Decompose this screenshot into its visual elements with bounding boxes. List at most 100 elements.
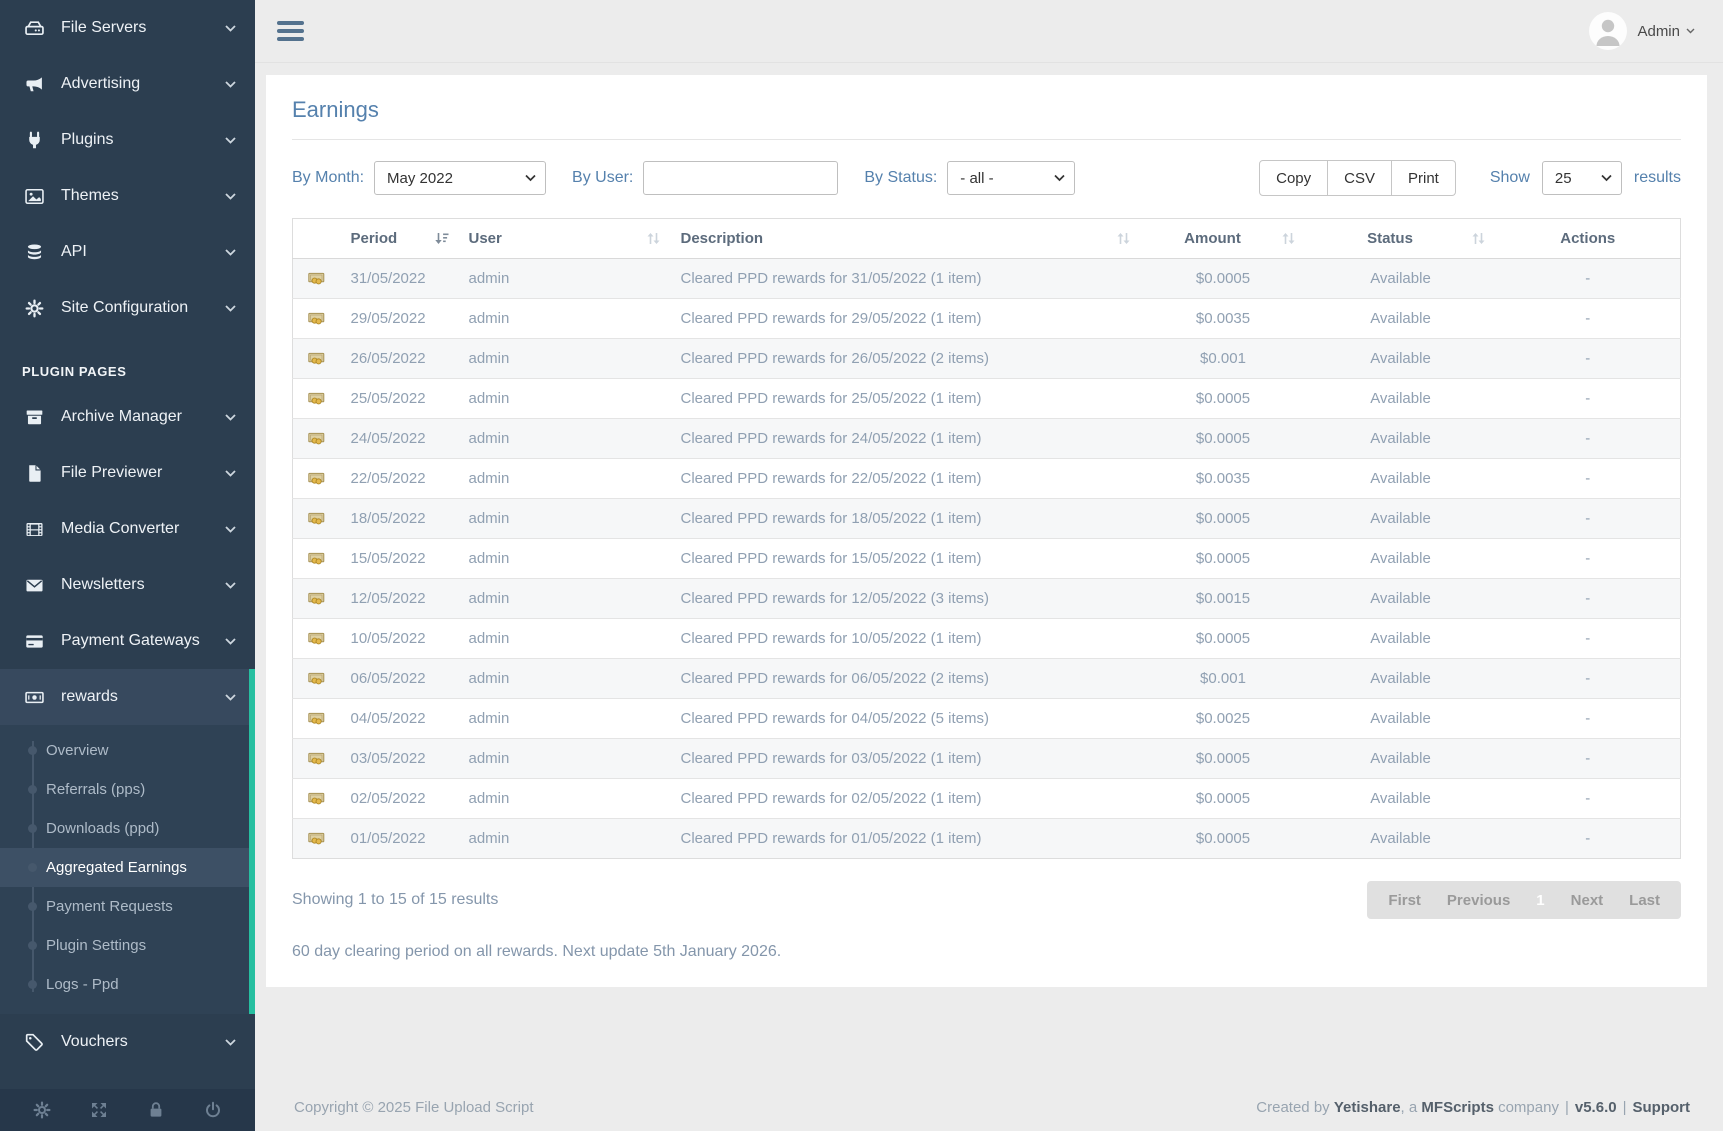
table-row[interactable]: 29/05/2022 admin Cleared PPD rewards for…: [293, 299, 1681, 339]
submenu-item-logs-ppd[interactable]: Logs - Ppd: [0, 965, 255, 1004]
by-user-input[interactable]: [643, 161, 838, 195]
cell-amount: $0.0005: [1141, 379, 1306, 419]
money-reward-icon: [308, 670, 325, 687]
table-row[interactable]: 10/05/2022 admin Cleared PPD rewards for…: [293, 619, 1681, 659]
cell-actions: -: [1496, 499, 1681, 539]
table-row[interactable]: 02/05/2022 admin Cleared PPD rewards for…: [293, 779, 1681, 819]
submenu-item-downloads-ppd[interactable]: Downloads (ppd): [0, 809, 255, 848]
user-menu[interactable]: Admin: [1637, 23, 1695, 40]
settings-gear-icon[interactable]: [33, 1101, 51, 1119]
submenu-item-payment-requests[interactable]: Payment Requests: [0, 887, 255, 926]
sidebar-item-themes[interactable]: Themes: [0, 168, 255, 224]
support-link[interactable]: Support: [1633, 1099, 1691, 1116]
table-row[interactable]: 26/05/2022 admin Cleared PPD rewards for…: [293, 339, 1681, 379]
cell-actions: -: [1496, 299, 1681, 339]
column-header-description[interactable]: Description: [671, 219, 1141, 259]
pagination-last[interactable]: Last: [1616, 892, 1673, 909]
version-text: v5.6.0: [1575, 1099, 1617, 1116]
sidebar-item-archive-manager[interactable]: Archive Manager: [0, 389, 255, 445]
csv-button[interactable]: CSV: [1328, 160, 1392, 196]
table-row[interactable]: 04/05/2022 admin Cleared PPD rewards for…: [293, 699, 1681, 739]
by-month-select[interactable]: May 2022: [374, 161, 546, 195]
table-row[interactable]: 22/05/2022 admin Cleared PPD rewards for…: [293, 459, 1681, 499]
show-entries-select[interactable]: 25: [1542, 161, 1622, 195]
column-header-period[interactable]: Period: [341, 219, 459, 259]
cell-status: Available: [1306, 619, 1496, 659]
table-row[interactable]: 06/05/2022 admin Cleared PPD rewards for…: [293, 659, 1681, 699]
fullscreen-expand-icon[interactable]: [90, 1101, 108, 1119]
avatar[interactable]: [1589, 12, 1627, 50]
cell-actions: -: [1496, 619, 1681, 659]
money-reward-icon: [308, 310, 325, 327]
cell-amount: $0.0005: [1141, 499, 1306, 539]
money-reward-icon: [308, 790, 325, 807]
sidebar-item-file-previewer[interactable]: File Previewer: [0, 445, 255, 501]
by-status-select[interactable]: - all -: [947, 161, 1075, 195]
sidebar-item-api[interactable]: API: [0, 224, 255, 280]
earnings-table: Period User Description Amount Status Ac…: [292, 218, 1681, 859]
submenu-item-aggregated-earnings[interactable]: Aggregated Earnings: [0, 848, 255, 887]
print-button[interactable]: Print: [1392, 160, 1456, 196]
sidebar-item-file-servers[interactable]: File Servers: [0, 0, 255, 56]
sidebar-item-vouchers[interactable]: Vouchers: [0, 1014, 255, 1070]
sidebar-item-advertising[interactable]: Advertising: [0, 56, 255, 112]
yetishare-link[interactable]: Yetishare: [1334, 1099, 1401, 1116]
column-header-status[interactable]: Status: [1306, 219, 1496, 259]
sidebar-item-payment-gateways[interactable]: Payment Gateways: [0, 613, 255, 669]
submenu-item-overview[interactable]: Overview: [0, 731, 255, 770]
cell-user: admin: [459, 539, 671, 579]
chevron-down-icon: [225, 414, 237, 421]
table-row[interactable]: 01/05/2022 admin Cleared PPD rewards for…: [293, 819, 1681, 859]
cell-user: admin: [459, 819, 671, 859]
cell-status: Available: [1306, 779, 1496, 819]
cell-description: Cleared PPD rewards for 31/05/2022 (1 it…: [671, 259, 1141, 299]
power-icon[interactable]: [204, 1101, 222, 1119]
cell-amount: $0.0035: [1141, 459, 1306, 499]
column-header-user[interactable]: User: [459, 219, 671, 259]
export-button-group: Copy CSV Print: [1259, 160, 1456, 196]
cell-status: Available: [1306, 699, 1496, 739]
menu-toggle-button[interactable]: [273, 17, 308, 45]
gear-icon: [22, 299, 46, 318]
sidebar-item-label: File Previewer: [61, 464, 225, 482]
topbar: Admin: [255, 0, 1723, 63]
database-icon: [22, 243, 46, 262]
cell-actions: -: [1496, 699, 1681, 739]
cell-user: admin: [459, 299, 671, 339]
table-row[interactable]: 31/05/2022 admin Cleared PPD rewards for…: [293, 259, 1681, 299]
cell-user: admin: [459, 779, 671, 819]
pagination-first[interactable]: First: [1375, 892, 1434, 909]
money-reward-icon: [308, 510, 325, 527]
submenu-item-plugin-settings[interactable]: Plugin Settings: [0, 926, 255, 965]
table-row[interactable]: 03/05/2022 admin Cleared PPD rewards for…: [293, 739, 1681, 779]
table-row[interactable]: 25/05/2022 admin Cleared PPD rewards for…: [293, 379, 1681, 419]
sidebar-item-site-configuration[interactable]: Site Configuration: [0, 280, 255, 336]
cell-description: Cleared PPD rewards for 22/05/2022 (1 it…: [671, 459, 1141, 499]
sidebar-item-newsletters[interactable]: Newsletters: [0, 557, 255, 613]
cell-amount: $0.0005: [1141, 819, 1306, 859]
mfscripts-link[interactable]: MFScripts: [1421, 1099, 1494, 1116]
sidebar-item-media-converter[interactable]: Media Converter: [0, 501, 255, 557]
sidebar-item-rewards[interactable]: rewards: [0, 669, 255, 725]
cell-user: admin: [459, 259, 671, 299]
pagination-previous[interactable]: Previous: [1434, 892, 1523, 909]
sidebar-item-plugins[interactable]: Plugins: [0, 112, 255, 168]
copy-button[interactable]: Copy: [1259, 160, 1328, 196]
pagination-page-1[interactable]: 1: [1523, 892, 1557, 909]
cell-status: Available: [1306, 419, 1496, 459]
table-row[interactable]: 24/05/2022 admin Cleared PPD rewards for…: [293, 419, 1681, 459]
cell-description: Cleared PPD rewards for 29/05/2022 (1 it…: [671, 299, 1141, 339]
sidebar-item-label: File Servers: [61, 19, 225, 37]
cell-description: Cleared PPD rewards for 24/05/2022 (1 it…: [671, 419, 1141, 459]
pagination-next[interactable]: Next: [1558, 892, 1617, 909]
money-reward-icon: [308, 470, 325, 487]
submenu-item-referrals-pps[interactable]: Referrals (pps): [0, 770, 255, 809]
table-row[interactable]: 18/05/2022 admin Cleared PPD rewards for…: [293, 499, 1681, 539]
table-row[interactable]: 15/05/2022 admin Cleared PPD rewards for…: [293, 539, 1681, 579]
lock-icon[interactable]: [147, 1101, 165, 1119]
file-icon: [22, 464, 46, 483]
table-row[interactable]: 12/05/2022 admin Cleared PPD rewards for…: [293, 579, 1681, 619]
column-header-amount[interactable]: Amount: [1141, 219, 1306, 259]
cell-user: admin: [459, 339, 671, 379]
cell-description: Cleared PPD rewards for 12/05/2022 (3 it…: [671, 579, 1141, 619]
